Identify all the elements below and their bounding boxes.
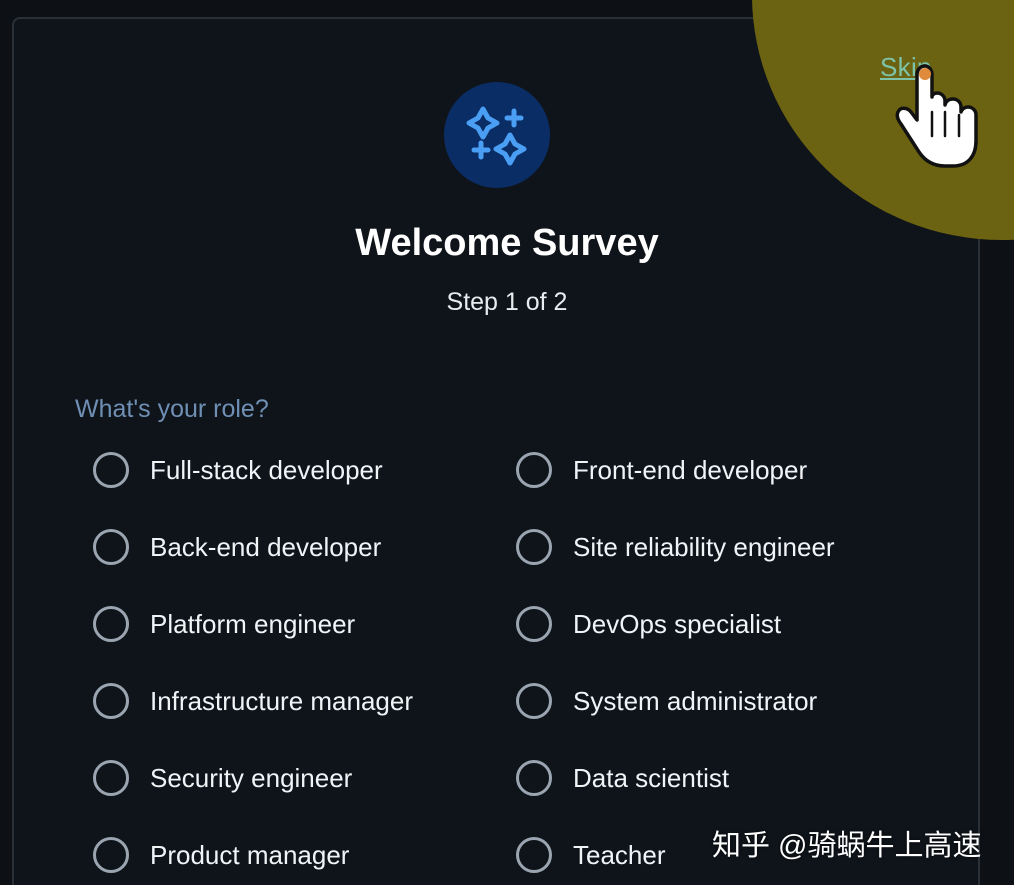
radio-unchecked-icon[interactable] (93, 452, 129, 488)
screen: Skip Welcome Survey Step 1 of 2 What's y… (0, 0, 1014, 885)
skip-link[interactable]: Skip (880, 52, 932, 83)
role-option-teacher[interactable]: Teacher (516, 832, 666, 878)
role-option-label: Product manager (150, 839, 350, 870)
role-option-devops-specialist[interactable]: DevOps specialist (516, 601, 781, 647)
radio-unchecked-icon[interactable] (516, 606, 552, 642)
role-option-label: Infrastructure manager (150, 685, 414, 716)
role-option-front-end-developer[interactable]: Front-end developer (516, 447, 807, 493)
radio-unchecked-icon[interactable] (516, 529, 552, 565)
role-option-site-reliability-engineer[interactable]: Site reliability engineer (516, 524, 835, 570)
role-option-platform-engineer[interactable]: Platform engineer (93, 601, 355, 647)
role-option-label: Front-end developer (573, 454, 808, 485)
role-option-data-scientist[interactable]: Data scientist (516, 755, 729, 801)
radio-unchecked-icon[interactable] (516, 683, 552, 719)
role-option-label: DevOps specialist (573, 608, 782, 639)
radio-unchecked-icon[interactable] (516, 760, 552, 796)
role-option-label: Platform engineer (150, 608, 356, 639)
radio-unchecked-icon[interactable] (516, 452, 552, 488)
survey-logo (444, 82, 550, 188)
radio-unchecked-icon[interactable] (516, 837, 552, 873)
radio-unchecked-icon[interactable] (93, 529, 129, 565)
watermark-text: 知乎 @骑蜗牛上高速 (712, 830, 982, 862)
radio-unchecked-icon[interactable] (93, 683, 129, 719)
role-option-system-administrator[interactable]: System administrator (516, 678, 817, 724)
role-option-security-engineer[interactable]: Security engineer (93, 755, 352, 801)
sparkles-icon (466, 106, 527, 166)
question-label: What's your role? (75, 395, 269, 423)
role-option-product-manager[interactable]: Product manager (93, 832, 349, 878)
radio-unchecked-icon[interactable] (93, 760, 129, 796)
role-option-label: Teacher (573, 839, 666, 870)
role-option-full-stack-developer[interactable]: Full-stack developer (93, 447, 383, 493)
role-option-label: Security engineer (150, 762, 353, 793)
role-option-label: System administrator (573, 685, 818, 716)
role-option-back-end-developer[interactable]: Back-end developer (93, 524, 381, 570)
step-indicator: Step 1 of 2 (446, 288, 568, 316)
role-option-infrastructure-manager[interactable]: Infrastructure manager (93, 678, 413, 724)
role-option-label: Site reliability engineer (573, 531, 835, 562)
radio-unchecked-icon[interactable] (93, 606, 129, 642)
role-option-label: Data scientist (573, 762, 730, 793)
radio-unchecked-icon[interactable] (93, 837, 129, 873)
role-option-label: Back-end developer (150, 531, 382, 562)
role-option-label: Full-stack developer (150, 454, 383, 485)
page-title: Welcome Survey (355, 222, 659, 264)
